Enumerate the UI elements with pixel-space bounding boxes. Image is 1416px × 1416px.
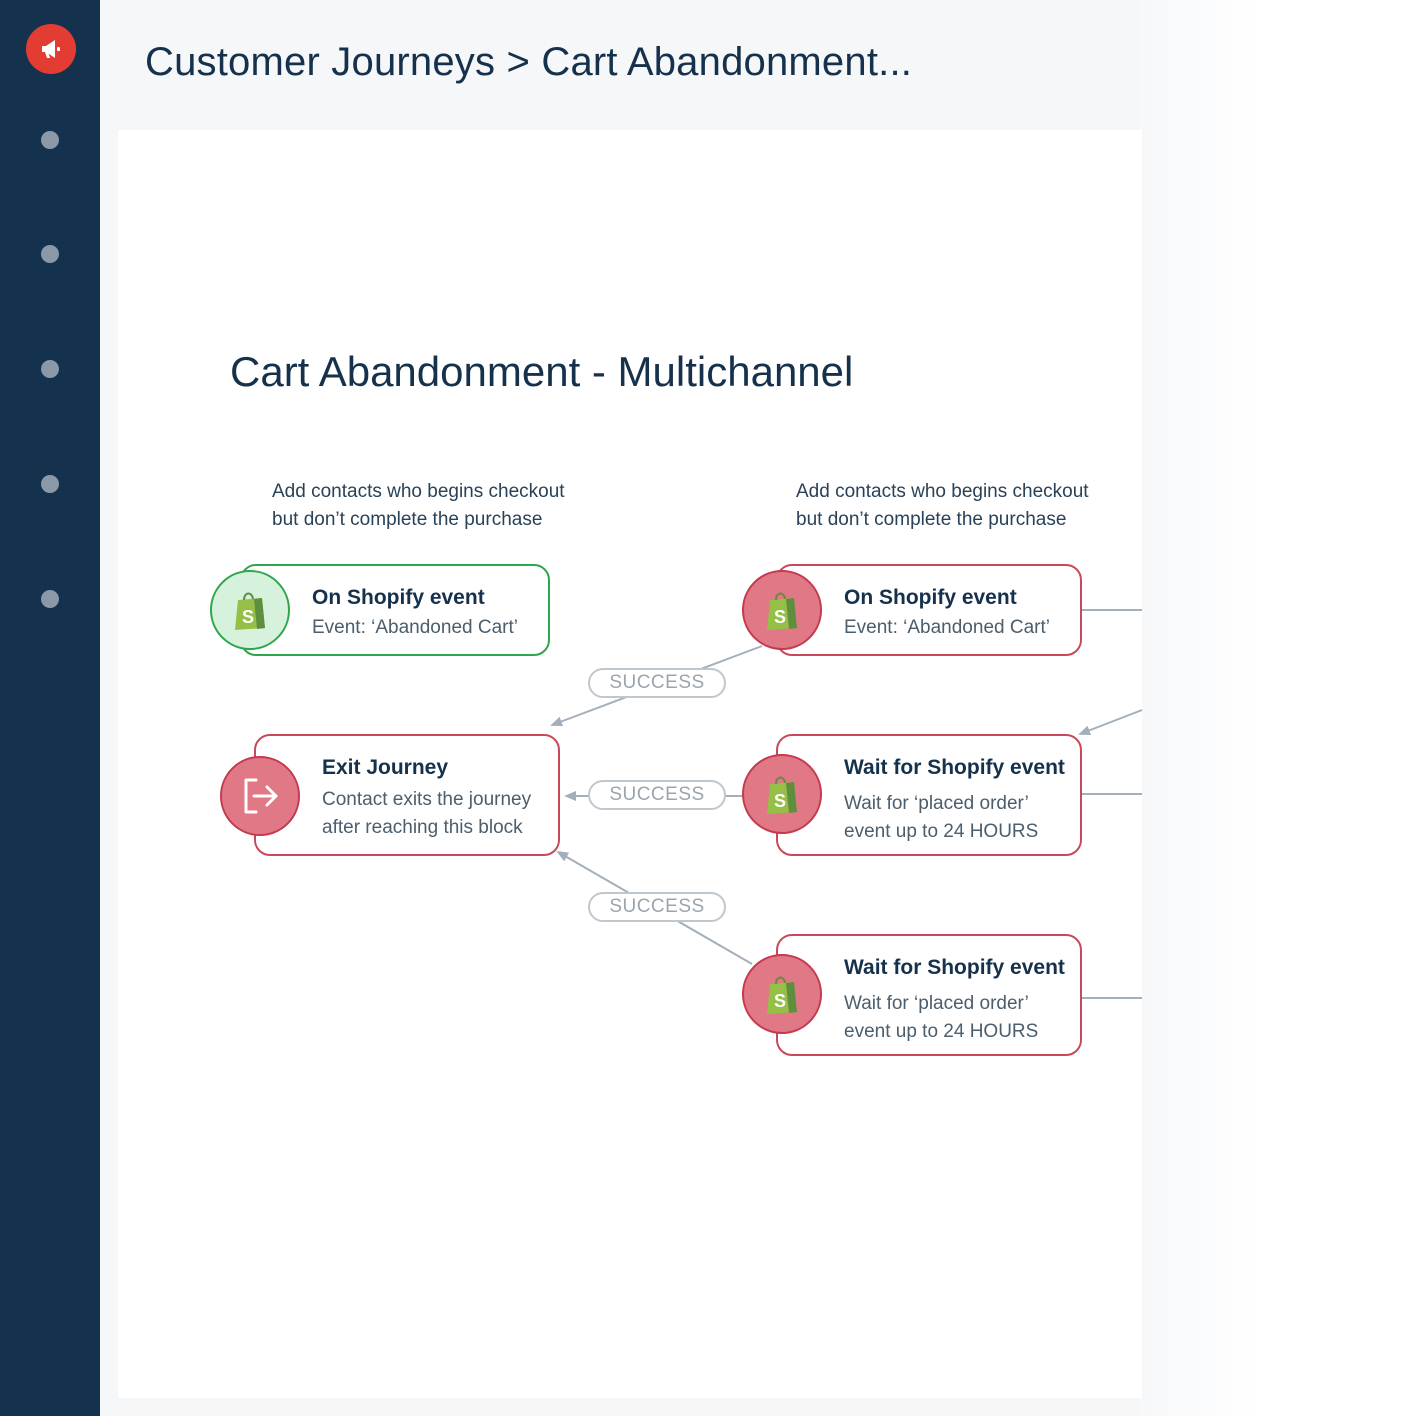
block-description: Event: ‘Abandoned Cart’ (844, 617, 1050, 638)
shopify-icon: S (742, 570, 822, 650)
shopify-icon: S (210, 570, 290, 650)
block-title: On Shopify event (312, 586, 485, 609)
success-edge-label: SUCCESS (588, 892, 726, 922)
block-description: after reaching this block (322, 817, 523, 838)
success-edge-label: SUCCESS (588, 668, 726, 698)
shopify-icon: S (742, 954, 822, 1034)
block-description: Wait for ‘placed order’ (844, 993, 1029, 1014)
connector-line (1078, 709, 1143, 736)
success-edge-label: SUCCESS (588, 780, 726, 810)
block-description: event up to 24 HOURS (844, 821, 1039, 842)
block-title: On Shopify event (844, 586, 1017, 609)
exit-icon (220, 756, 300, 836)
block-description: Contact exits the journey (322, 789, 532, 810)
block-description: event up to 24 HOURS (844, 1021, 1039, 1042)
block-description: Event: ‘Abandoned Cart’ (312, 617, 518, 638)
block-title: Exit Journey (322, 756, 449, 779)
connector-lines (550, 609, 1143, 999)
block-title: Wait for Shopify event (844, 756, 1065, 779)
block-description: Wait for ‘placed order’ (844, 793, 1029, 814)
shopify-icon: S (742, 754, 822, 834)
svg-text:S: S (242, 607, 254, 627)
block-title: Wait for Shopify event (844, 956, 1065, 979)
svg-text:S: S (774, 607, 786, 627)
svg-text:S: S (774, 991, 786, 1011)
svg-text:S: S (774, 791, 786, 811)
